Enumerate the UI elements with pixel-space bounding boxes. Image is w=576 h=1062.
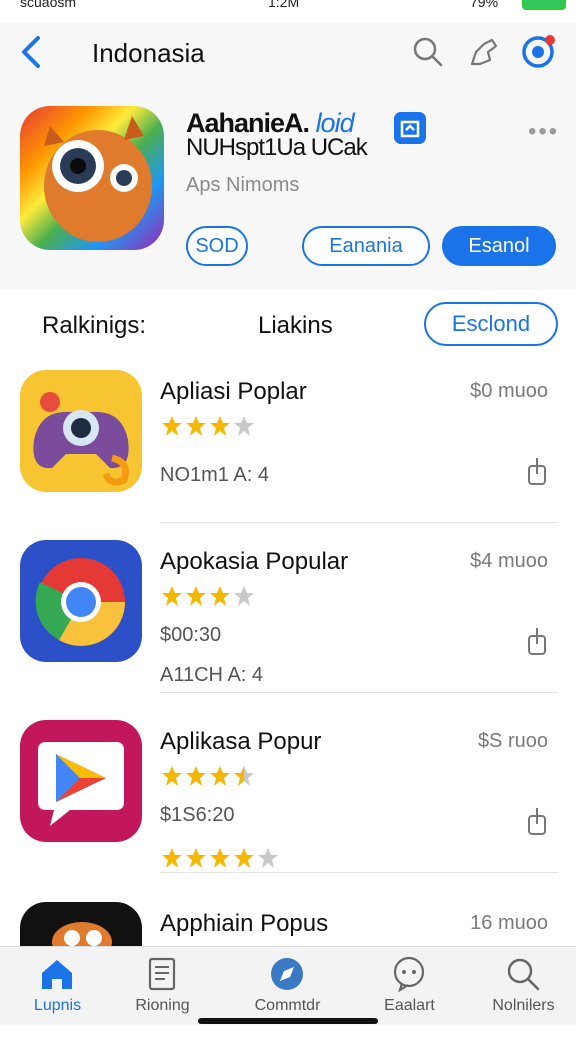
rating-stars (162, 416, 254, 436)
app-name[interactable]: Apphiain Popus (160, 910, 328, 938)
tab-bar: Lupnis Rioning Commtdr Eaalart Nolnilers (0, 946, 576, 1025)
compass-icon (271, 958, 303, 990)
list-item[interactable]: Aplikasa Popur $S ruoo $1S6:20 (0, 720, 576, 880)
tab-likes[interactable]: Liakins (258, 312, 333, 340)
tab-label: Nolnilers (492, 997, 555, 1014)
status-time: 1:2M (268, 0, 300, 10)
tab-chat[interactable]: Eaalart (352, 947, 467, 1025)
app-price: $4 muoo (470, 550, 548, 572)
row-divider (160, 692, 558, 693)
app-header: AahanieA. loid NUHspt1Ua UCak ••• Aps Ni… (0, 84, 576, 290)
tab-community[interactable]: Commtdr (230, 947, 345, 1025)
tab-reading[interactable]: Rioning (105, 947, 220, 1025)
list-item[interactable]: Apliasi Poplar $0 muoo NO1m1 A: 4 (0, 370, 576, 530)
app-meta-secondary: A11CH A: 4 (160, 664, 264, 686)
star-icon (234, 586, 254, 606)
battery-percent: 79% (470, 0, 499, 10)
tab-label: Commtdr (254, 997, 321, 1014)
carrier-text: scuaosm (20, 0, 77, 10)
get-button[interactable]: SOD (186, 226, 248, 266)
tab-label: Rioning (135, 997, 190, 1014)
back-chevron-icon[interactable] (16, 32, 46, 72)
star-icon (210, 848, 230, 868)
app-price: $0 muoo (470, 380, 548, 402)
more-options-icon[interactable]: ••• (528, 118, 559, 146)
rating-stars-secondary (162, 848, 278, 868)
chat-icon (393, 956, 425, 993)
ranking-section: Ralkinigs: Liakins Esclond Apliasi Popla… (0, 290, 576, 1024)
nav-bar: Indonasia (0, 22, 576, 84)
star-icon (162, 848, 182, 868)
app-icon-game-controller (20, 370, 142, 492)
page-title: Indonasia (92, 38, 205, 68)
rating-stars (162, 766, 254, 786)
star-icon (162, 586, 182, 606)
star-icon (234, 416, 254, 436)
app-name[interactable]: Apliasi Poplar (160, 378, 307, 406)
app-name[interactable]: Aplikasa Popur (160, 728, 321, 756)
install-button[interactable]: Eanania (302, 226, 430, 266)
tab-search[interactable]: Nolnilers (466, 947, 576, 1025)
row-divider (160, 872, 558, 873)
search-icon (507, 958, 540, 991)
share-icon[interactable] (526, 626, 548, 656)
share-icon[interactable] (526, 456, 548, 486)
star-half-icon (234, 766, 254, 786)
star-icon (210, 586, 230, 606)
app-badge-icon[interactable] (394, 112, 426, 144)
app-price: $S ruoo (477, 730, 548, 752)
star-icon (186, 848, 206, 868)
tab-home[interactable]: Lupnis (0, 947, 115, 1025)
app-name[interactable]: Apokasia Popular (160, 548, 348, 576)
rating-stars (162, 586, 254, 606)
app-price: 16 muoo (470, 912, 548, 934)
tab-label: Lupnis (33, 997, 82, 1014)
star-icon (186, 586, 206, 606)
document-icon (148, 957, 176, 991)
app-meta: $00:30 (160, 624, 222, 646)
tab-rankings[interactable]: Ralkinigs: (42, 312, 146, 340)
list-item[interactable]: Apokasia Popular $4 muoo $00:30 A11CH A:… (0, 540, 576, 700)
select-button[interactable]: Esclond (424, 302, 558, 346)
row-divider (160, 522, 558, 523)
app-mascot-icon (20, 106, 164, 250)
app-subtitle: NUHspt1Ua UCak (186, 134, 368, 161)
app-meta: NO1m1 A: 4 (160, 464, 269, 486)
star-icon (162, 766, 182, 786)
star-icon (186, 416, 206, 436)
star-icon (258, 848, 278, 868)
star-icon (186, 766, 206, 786)
star-icon (210, 766, 230, 786)
star-icon (162, 416, 182, 436)
home-icon (42, 960, 72, 989)
app-icon-browser (20, 540, 142, 662)
share-icon[interactable] (526, 806, 548, 836)
app-category: Aps Nimoms (186, 174, 300, 196)
status-bar: scuaosm 1:2M 79% (0, 0, 576, 14)
app-icon-play-chat (20, 720, 142, 842)
app-meta: $1S6:20 (160, 804, 235, 826)
search-icon[interactable] (410, 34, 446, 70)
star-icon (210, 416, 230, 436)
battery-icon (522, 0, 566, 10)
home-indicator[interactable] (198, 1018, 378, 1024)
profile-icon[interactable] (520, 34, 556, 70)
share-hand-icon[interactable] (466, 34, 502, 70)
star-icon (234, 848, 254, 868)
tab-label: Eaalart (384, 997, 435, 1014)
open-button[interactable]: Esanol (442, 226, 556, 266)
